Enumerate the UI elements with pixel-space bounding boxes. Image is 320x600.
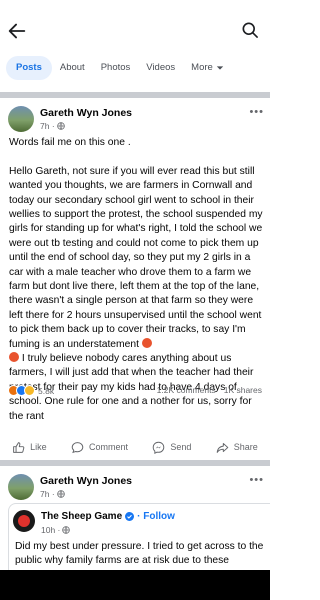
caret-down-icon <box>216 66 224 70</box>
comment-label: Comment <box>89 442 129 452</box>
tab-more[interactable]: More <box>183 56 232 80</box>
section-divider <box>0 460 270 466</box>
tab-photos[interactable]: Photos <box>93 56 139 80</box>
search-button[interactable] <box>240 20 262 42</box>
share-label: Share <box>233 442 258 452</box>
comment-icon <box>71 441 84 453</box>
more-options-icon[interactable]: ••• <box>249 474 264 486</box>
wow-reaction-icon <box>24 385 35 396</box>
shared-page-name[interactable]: The Sheep Game <box>41 511 122 522</box>
post-time[interactable]: 7h · <box>40 489 55 499</box>
verified-badge-icon <box>125 512 135 521</box>
shared-page-avatar[interactable] <box>13 510 35 532</box>
reactions-summary[interactable]: 5.8k <box>8 385 54 396</box>
post-time[interactable]: 7h · <box>40 121 55 131</box>
angry-face-emoji-icon <box>9 352 19 363</box>
system-navigation-bar <box>0 570 270 600</box>
shared-post-text: Did my best under pressure. I tried to g… <box>15 541 264 567</box>
comment-count[interactable]: 1.2K comments <box>157 385 216 395</box>
reaction-count: 5.8k <box>38 385 55 396</box>
post-card: Gareth Wyn Jones 7h · ••• Words fail me … <box>0 104 270 458</box>
search-icon <box>242 22 258 38</box>
like-button[interactable]: Like <box>12 441 47 454</box>
shared-post-time[interactable]: 10h · <box>41 525 60 535</box>
shared-post-meta: 10h · <box>41 525 71 535</box>
share-button[interactable]: Share <box>216 441 258 454</box>
messenger-icon <box>153 441 165 454</box>
profile-tabs: Posts About Photos Videos More <box>0 52 270 84</box>
shared-page-header: The Sheep Game · Follow <box>41 511 175 522</box>
more-options-icon[interactable]: ••• <box>249 106 264 118</box>
comment-button[interactable]: Comment <box>71 441 128 454</box>
post-meta: 7h · <box>40 121 65 131</box>
engagement-counts: 1.2K comments 1K shares <box>157 385 262 395</box>
globe-icon <box>56 122 65 130</box>
post-actions: Like Comment Send Share <box>0 434 270 460</box>
share-icon <box>216 442 229 453</box>
send-button[interactable]: Send <box>152 441 191 454</box>
angry-face-emoji-icon <box>141 337 152 348</box>
send-label: Send <box>170 442 192 452</box>
post-text-intro: Words fail me on this one . <box>9 137 131 148</box>
tab-about[interactable]: About <box>52 56 93 80</box>
globe-icon <box>56 490 65 498</box>
thumbs-up-icon <box>13 441 25 453</box>
tab-videos[interactable]: Videos <box>138 56 183 80</box>
post-text-body-1: Hello Gareth, not sure if you will ever … <box>9 165 263 350</box>
back-button[interactable] <box>6 20 28 42</box>
share-count[interactable]: 1K shares <box>224 385 262 395</box>
like-label: Like <box>30 442 47 452</box>
globe-icon <box>62 526 71 534</box>
top-bar <box>0 0 270 44</box>
post-stats: 5.8k 1.2K comments 1K shares <box>8 385 262 399</box>
avatar[interactable] <box>8 106 34 132</box>
post-header: Gareth Wyn Jones 7h · ••• <box>0 104 270 140</box>
avatar[interactable] <box>8 474 34 500</box>
follow-button[interactable]: · Follow <box>137 511 175 522</box>
post-meta: 7h · <box>40 489 65 499</box>
tab-posts[interactable]: Posts <box>6 56 52 80</box>
section-divider <box>0 92 270 98</box>
tab-more-label: More <box>191 62 213 73</box>
post-author[interactable]: Gareth Wyn Jones <box>40 107 132 119</box>
arrow-left-icon <box>8 23 26 39</box>
post-author[interactable]: Gareth Wyn Jones <box>40 475 132 487</box>
post-text: Words fail me on this one . Hello Gareth… <box>9 136 265 424</box>
